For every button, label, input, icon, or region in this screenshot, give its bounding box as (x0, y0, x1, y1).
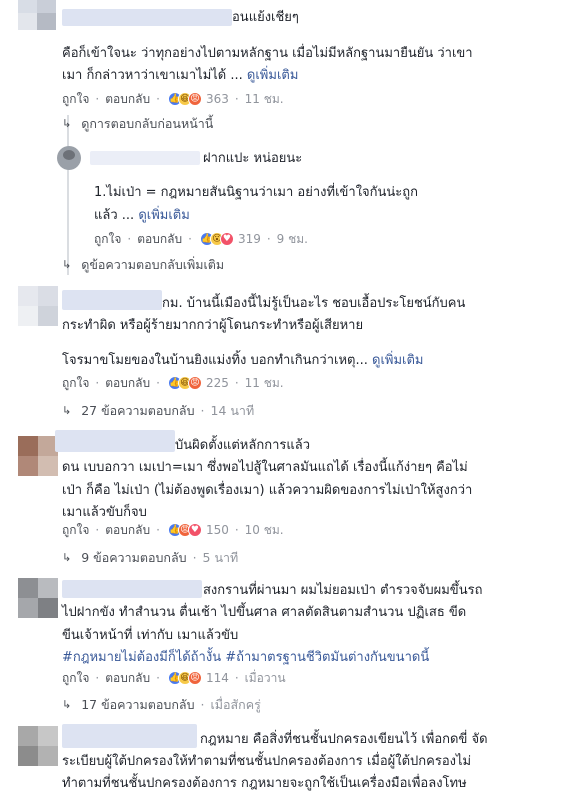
replies-count-link[interactable]: ↳ 27 ข้อความตอบกลับ · 14 นาที (62, 403, 254, 419)
comment-text: กระทำผิด หรือผู้ร้ายมากกว่าผู้โดนกระทำหร… (62, 318, 364, 333)
comment-text: บันผิดตั้งแต่หลักการแล้ว (175, 438, 311, 453)
comment-text: สงกรานที่ผ่านมา ผมไม่ยอมเป่า ตำรวจจับผมข… (203, 583, 483, 598)
comment-time[interactable]: 9 ชม. (277, 231, 308, 247)
comment-text: ระเบียบผู้ใต้ปกครองให้ทำตามที่ชนชั้นปกคร… (62, 754, 472, 769)
reply-arrow-icon: ↳ (62, 698, 72, 711)
reply-button[interactable]: ตอบกลับ (105, 91, 150, 107)
commenter-name-redacted (62, 9, 232, 26)
reply-time[interactable]: 5 นาที (203, 550, 239, 566)
reactions[interactable]: 👍 😮 ♥ (199, 232, 234, 246)
commenter-name-redacted (62, 724, 197, 748)
reactions[interactable]: 👍 😆 😡 (167, 671, 202, 685)
reply-arrow-icon: ↳ (62, 551, 72, 564)
reactions[interactable]: 👍 😡 ♥ (167, 523, 202, 537)
comment-text: เป่า ก็คือ ไม่เป่า (ไม่ต้องพูดเรื่องเมา)… (62, 483, 473, 498)
see-more-link[interactable]: ดูเพิ่มเติม (247, 68, 298, 83)
reaction-count[interactable]: 363 (206, 91, 229, 107)
reaction-count[interactable]: 319 (238, 231, 261, 247)
reaction-count[interactable]: 225 (206, 375, 229, 391)
reply-time[interactable]: เมื่อสักครู่ (211, 697, 261, 713)
love-icon: ♥ (187, 523, 202, 537)
reactions[interactable]: 👍 😆 😡 (167, 376, 202, 390)
like-button[interactable]: ถูกใจ (62, 670, 89, 686)
comment-text: เมาแล้วขับก็จบ (62, 505, 147, 520)
like-button[interactable]: ถูกใจ (94, 231, 121, 247)
comment-time[interactable]: 11 ชม. (245, 91, 284, 107)
angry-icon: 😡 (187, 376, 202, 390)
comment-time[interactable]: เมื่อวาน (245, 670, 286, 686)
comment-actions: ถูกใจ · ตอบกลับ · 👍 😮 ♥ 319 · 9 ชม. (94, 231, 308, 247)
reply-arrow-icon: ↳ (62, 404, 72, 417)
love-icon: ♥ (219, 232, 234, 246)
see-more-link[interactable]: ดูเพิ่มเติม (372, 353, 423, 368)
like-button[interactable]: ถูกใจ (62, 522, 89, 538)
comment-text: อนแย้งเชียๆ (232, 10, 299, 25)
reaction-count[interactable]: 114 (206, 670, 229, 686)
like-button[interactable]: ถูกใจ (62, 375, 89, 391)
comment-actions: ถูกใจ · ตอบกลับ · 👍 😆 😡 114 · เมื่อวาน (62, 670, 286, 686)
replies-count-link[interactable]: ↳ 17 ข้อความตอบกลับ · เมื่อสักครู่ (62, 697, 261, 713)
comment-text: ดน เบบอกวา เมเปา=เมา ซึ่งพอไปสู้ในศาลมัน… (62, 460, 468, 475)
view-previous-replies-link[interactable]: ↳ ดูการตอบกลับก่อนหน้านี้ (62, 116, 213, 132)
reply-button[interactable]: ตอบกลับ (105, 375, 150, 391)
comment-text: เมา ก็กล่าวหาว่าเขาเมาไม่ได้ ... ดูเพิ่ม… (62, 68, 299, 83)
comment-text: 1.ไม่เป่า = กฎหมายสันนิฐานว่าเมา อย่างที… (94, 185, 419, 200)
comment-text: ทำตามที่ชนชั้นปกครองต้องการ กฎหมายจะถูกใ… (62, 776, 467, 791)
reply-button[interactable]: ตอบกลับ (137, 231, 182, 247)
angry-icon: 😡 (187, 671, 202, 685)
reply-button[interactable]: ตอบกลับ (105, 522, 150, 538)
comment-time[interactable]: 11 ชม. (245, 375, 284, 391)
comment-actions: ถูกใจ · ตอบกลับ · 👍 😆 😡 225 · 11 ชม. (62, 375, 284, 391)
reply-button[interactable]: ตอบกลับ (105, 670, 150, 686)
comment-time[interactable]: 10 ชม. (245, 522, 284, 538)
comment-text: แล้ว ... ดูเพิ่มเติม (94, 208, 190, 223)
avatar[interactable] (57, 146, 81, 170)
angry-icon: 😡 (187, 92, 202, 106)
reply-arrow-icon: ↳ (62, 258, 72, 271)
replies-count-link[interactable]: ↳ 9 ข้อความตอบกลับ · 5 นาที (62, 550, 238, 566)
reply-arrow-icon: ↳ (62, 117, 72, 130)
see-more-link[interactable]: ดูเพิ่มเติม (138, 208, 189, 223)
avatar[interactable] (18, 0, 56, 30)
view-more-replies-link[interactable]: ↳ ดูข้อความตอบกลับเพิ่มเติม (62, 257, 224, 273)
comment-text: ขีนเจ้าหน้าที่ เท่ากับ เมาแล้วขับ (62, 628, 239, 643)
commenter-name-redacted (62, 290, 162, 310)
comment-text: ไปฝากขัง ทำสำนวน ตื่นเช้า ไปขึ้นศาล ศาลต… (62, 605, 467, 620)
comment-text: ฝากแปะ หน่อยนะ (203, 151, 303, 166)
avatar[interactable] (18, 578, 58, 618)
like-button[interactable]: ถูกใจ (62, 91, 89, 107)
comment-text: กฎหมาย คือสิ่งที่ชนชั้นปกครองเขียนไว้ เพ… (200, 732, 488, 747)
avatar[interactable] (18, 726, 58, 766)
reaction-count[interactable]: 150 (206, 522, 229, 538)
avatar[interactable] (18, 286, 58, 326)
comment-text: กม. บ้านนี้เมืองนี้ไม่รู้เป็นอะไร ชอบเอื… (162, 296, 466, 311)
comment-actions: ถูกใจ · ตอบกลับ · 👍 😆 😡 363 · 11 ชม. (62, 91, 284, 107)
reply-time[interactable]: 14 นาที (211, 403, 255, 419)
comment-actions: ถูกใจ · ตอบกลับ · 👍 😡 ♥ 150 · 10 ชม. (62, 522, 284, 538)
commenter-name-redacted (62, 580, 202, 598)
commenter-name-redacted (55, 430, 175, 452)
reactions[interactable]: 👍 😆 😡 (167, 92, 202, 106)
hashtags[interactable]: #กฎหมายไม่ต้องมีก็ได้ถ้างั้น #ถ้ามาตรฐาน… (62, 649, 429, 666)
commenter-name-redacted (90, 151, 200, 165)
thread-line (67, 115, 69, 275)
comment-text: คือก็เข้าใจนะ ว่าทุกอย่างไปตามหลักฐาน เม… (62, 46, 473, 61)
comment-text: โจรมาขโมยของในบ้านยิงแม่งทิ้ง บอกทำเกินก… (62, 353, 424, 368)
avatar[interactable] (18, 436, 58, 476)
